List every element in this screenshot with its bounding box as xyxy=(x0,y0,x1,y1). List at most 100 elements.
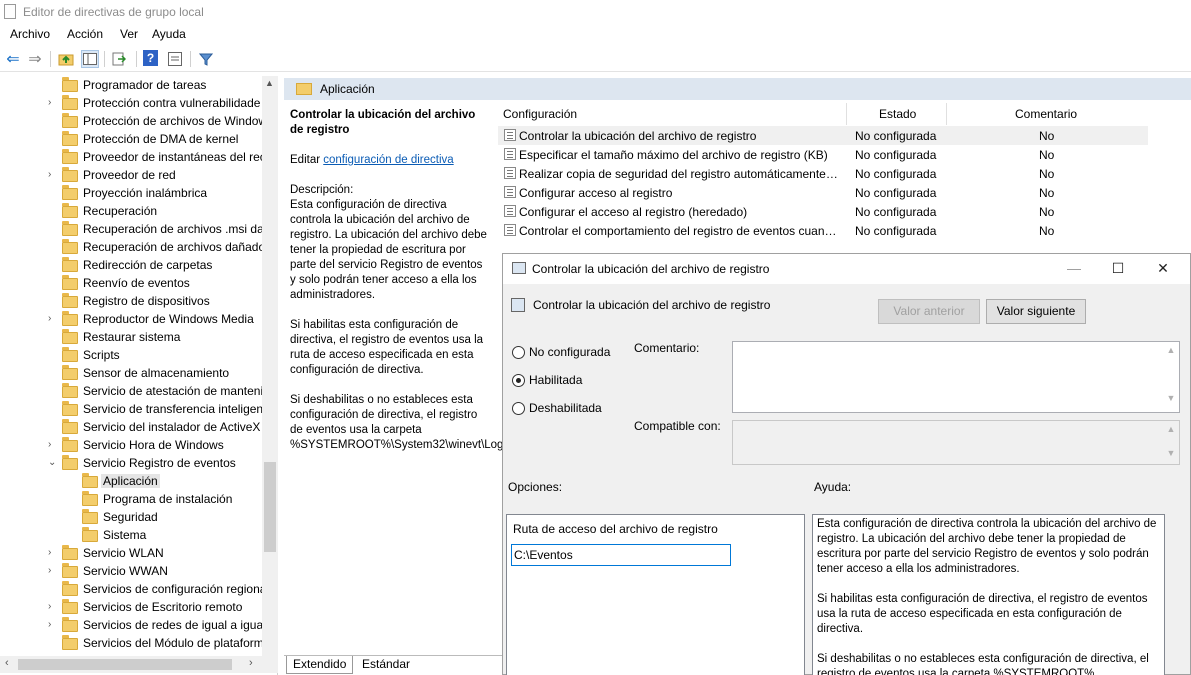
show-hide-tree-icon[interactable] xyxy=(81,50,99,68)
policy-setting-icon xyxy=(504,224,516,236)
policy-row[interactable]: Especificar el tamaño máximo del archivo… xyxy=(498,145,1148,164)
folder-icon xyxy=(62,455,78,470)
policy-row[interactable]: Controlar el comportamiento del registro… xyxy=(498,221,1148,240)
folder-icon xyxy=(62,383,78,398)
folder-icon xyxy=(62,257,78,272)
app-icon xyxy=(4,4,16,19)
folder-icon xyxy=(62,221,78,236)
tree-item-label: Reproductor de Windows Media xyxy=(83,312,254,326)
scroll-left-icon[interactable]: ‹ xyxy=(5,657,9,669)
menu-accion[interactable]: Acción xyxy=(67,27,103,41)
policy-setting-icon xyxy=(504,129,516,141)
folder-icon xyxy=(82,509,98,524)
radio-not-configured[interactable] xyxy=(512,346,525,359)
policy-comment: No xyxy=(1039,186,1055,200)
policy-setting-icon xyxy=(504,205,516,217)
policy-state: No configurada xyxy=(855,148,937,162)
help-p1: Esta configuración de directiva controla… xyxy=(817,518,1157,575)
expand-arrow-icon[interactable]: › xyxy=(48,619,58,630)
policy-row[interactable]: Controlar la ubicación del archivo de re… xyxy=(498,126,1148,145)
tree-item-label: Servicio WLAN xyxy=(83,546,164,560)
policy-setting-icon xyxy=(511,298,525,312)
folder-icon xyxy=(62,581,78,596)
tree-vertical-scrollbar[interactable]: ▲ xyxy=(262,76,278,656)
title-bar: Editor de directivas de grupo local xyxy=(0,0,1191,24)
policy-row[interactable]: Configurar el acceso al registro (hereda… xyxy=(498,202,1148,221)
menu-ayuda[interactable]: Ayuda xyxy=(152,27,186,41)
comment-scrollbar[interactable]: ▲ ▼ xyxy=(1163,342,1179,412)
export-list-icon[interactable] xyxy=(110,50,128,68)
tree-item-label: Restaurar sistema xyxy=(83,330,181,344)
compatible-label: Compatible con: xyxy=(634,419,721,433)
maximize-icon[interactable]: ☐ xyxy=(1110,260,1126,276)
folder-icon xyxy=(62,545,78,560)
previous-setting-button[interactable]: Valor anterior xyxy=(878,299,980,324)
tree-item-label: Recuperación de archivos dañado xyxy=(83,240,266,254)
tree-horizontal-scrollbar[interactable]: ‹ › xyxy=(0,656,278,673)
col-estado[interactable]: Estado xyxy=(879,107,916,121)
description-p2: Si habilitas esta configuración de direc… xyxy=(290,319,484,376)
menu-archivo[interactable]: Archivo xyxy=(10,27,50,41)
description-p1: Esta configuración de directiva controla… xyxy=(290,199,487,301)
log-path-input[interactable]: C:\Eventos xyxy=(511,544,731,566)
scroll-up-icon[interactable]: ▲ xyxy=(265,78,274,88)
compatible-scrollbar[interactable]: ▲ ▼ xyxy=(1163,421,1179,464)
policy-setting-icon xyxy=(504,148,516,160)
scroll-right-icon[interactable]: › xyxy=(249,657,253,669)
view-tabs: Extendido Estándar xyxy=(284,655,506,675)
tree-item-label: Servicios de redes de igual a igual xyxy=(83,618,266,632)
comment-textarea[interactable]: ▲ ▼ xyxy=(732,341,1180,413)
policy-row[interactable]: Configurar acceso al registro No configur… xyxy=(498,183,1148,202)
folder-icon xyxy=(62,437,78,452)
radio-enabled[interactable] xyxy=(512,374,525,387)
expand-arrow-icon[interactable]: › xyxy=(48,169,58,180)
scroll-thumb-h[interactable] xyxy=(18,659,232,670)
edit-policy-link[interactable]: configuración de directiva xyxy=(323,154,453,166)
close-icon[interactable]: ✕ xyxy=(1155,260,1171,276)
tree-item-label: Servicios del Módulo de plataform xyxy=(83,636,264,650)
expand-arrow-icon[interactable]: › xyxy=(48,313,58,324)
scroll-thumb[interactable] xyxy=(264,462,276,552)
folder-icon xyxy=(62,563,78,578)
tree-item-label: Scripts xyxy=(83,348,120,362)
menu-bar: Archivo Acción Ver Ayuda xyxy=(0,25,1191,45)
tab-estandar[interactable]: Estándar xyxy=(356,656,416,674)
folder-icon xyxy=(62,401,78,416)
expand-arrow-icon[interactable]: › xyxy=(48,439,58,450)
radio-disabled-label: Deshabilitada xyxy=(529,401,602,415)
tree-item-label: Recuperación de archivos .msi dañ xyxy=(83,222,271,236)
expand-arrow-icon[interactable]: › xyxy=(48,565,58,576)
minimize-icon[interactable]: — xyxy=(1066,260,1082,276)
help-icon[interactable]: ? xyxy=(143,50,158,66)
tree-item-label: Servicio Hora de Windows xyxy=(83,438,224,452)
forward-icon[interactable]: ⇒ xyxy=(26,50,44,68)
menu-ver[interactable]: Ver xyxy=(120,27,138,41)
expand-arrow-icon[interactable]: › xyxy=(48,601,58,612)
up-folder-icon[interactable] xyxy=(57,50,75,68)
properties-icon[interactable] xyxy=(166,50,184,68)
filter-icon[interactable] xyxy=(197,50,215,68)
tree-item-label: Servicio de atestación de manteni xyxy=(83,384,264,398)
col-comentario[interactable]: Comentario xyxy=(1015,107,1077,121)
tree-item-label: Programa de instalación xyxy=(103,492,233,506)
options-panel: Ruta de acceso del archivo de registro C… xyxy=(506,514,805,675)
policy-row[interactable]: Realizar copia de seguridad del registro… xyxy=(498,164,1148,183)
path-label: Ruta de acceso del archivo de registro xyxy=(513,522,718,536)
policy-setting-icon xyxy=(504,186,516,198)
expand-arrow-icon[interactable]: › xyxy=(48,547,58,558)
help-label: Ayuda: xyxy=(814,480,852,494)
tree-item-label: Reenvío de eventos xyxy=(83,276,190,290)
expand-arrow-icon[interactable]: › xyxy=(48,97,58,108)
radio-disabled[interactable] xyxy=(512,402,525,415)
list-header: Configuración Estado Comentario xyxy=(498,103,1148,125)
next-setting-button[interactable]: Valor siguiente xyxy=(986,299,1086,324)
expand-arrow-icon[interactable]: ⌄ xyxy=(48,457,58,468)
tab-extendido[interactable]: Extendido xyxy=(286,656,354,674)
tree-item-label: Sensor de almacenamiento xyxy=(83,366,230,380)
col-configuracion[interactable]: Configuración xyxy=(503,107,577,121)
description-heading: Controlar la ubicación del archivo de re… xyxy=(290,109,476,136)
back-icon[interactable]: ⇐ xyxy=(4,50,22,68)
folder-icon xyxy=(62,617,78,632)
policy-comment: No xyxy=(1039,224,1055,238)
tree-pane: Programador de tareas › Protección contra … xyxy=(0,76,278,675)
